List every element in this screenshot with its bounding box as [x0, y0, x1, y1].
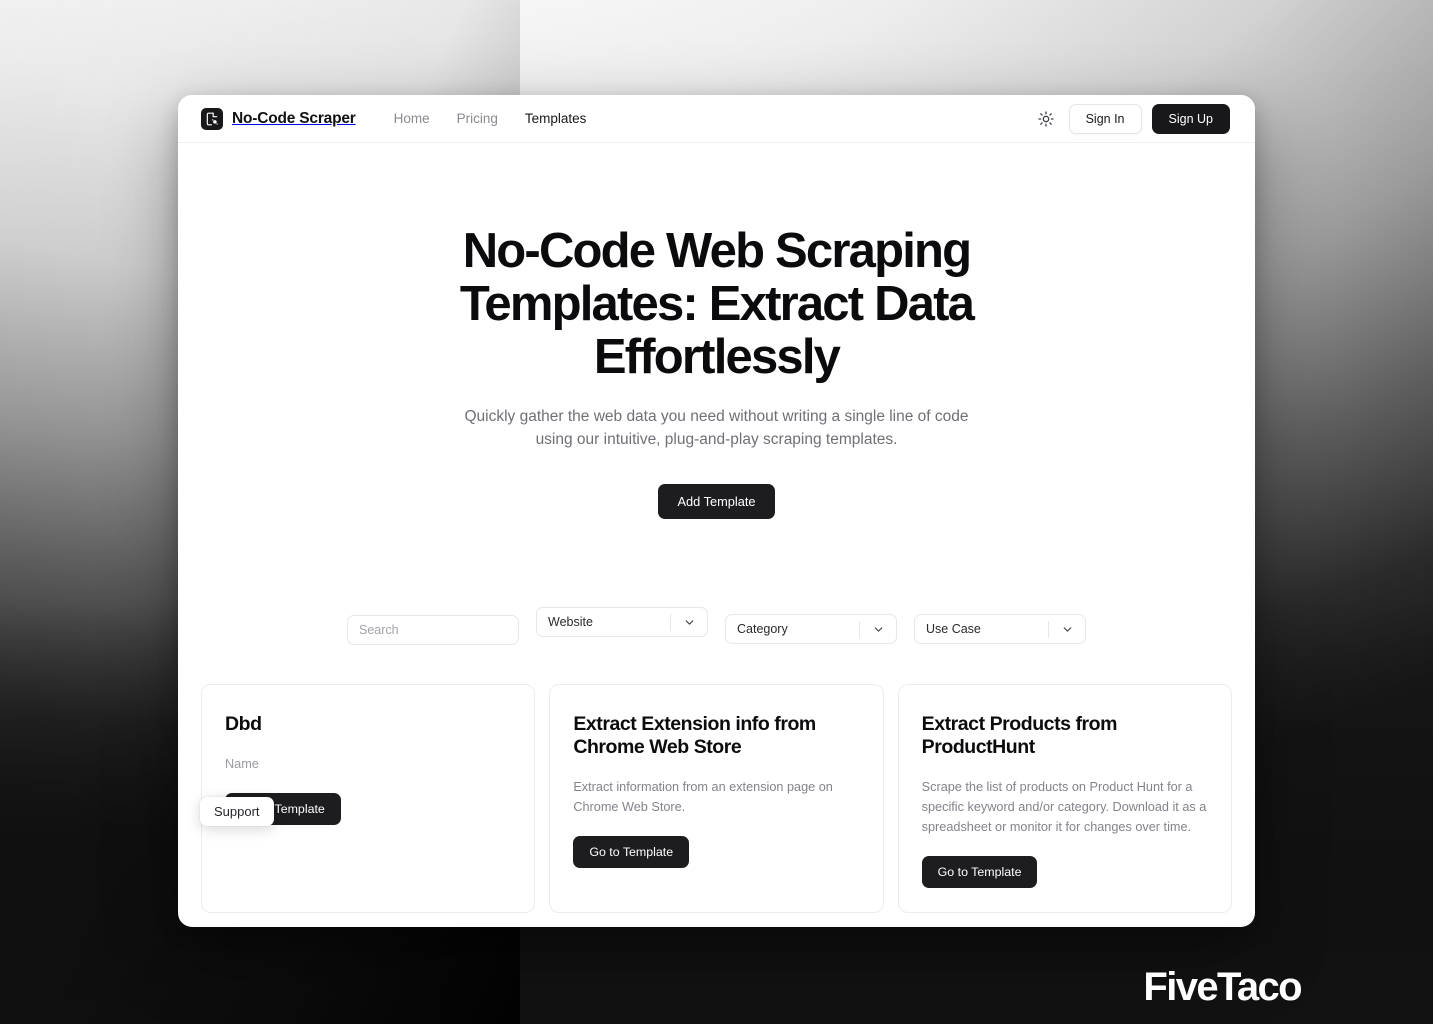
card-title: Dbd: [225, 713, 262, 736]
chevron-down-icon: [860, 623, 896, 636]
filter-bar: Website Category Use Case: [178, 607, 1255, 646]
template-card-grid: Dbd Name Go to Template Extract Extensio…: [178, 684, 1255, 927]
header-actions: Sign In Sign Up: [1033, 103, 1230, 134]
chevron-down-icon: [671, 616, 707, 629]
nav-item-pricing[interactable]: Pricing: [457, 111, 498, 126]
card-title: Extract Extension info from Chrome Web S…: [573, 713, 816, 758]
use-case-filter-label: Use Case: [926, 622, 981, 637]
card-description: Scrape the list of products on Product H…: [921, 779, 1207, 834]
brand-logo-link[interactable]: No-Code Scraper: [201, 107, 356, 130]
document-scrape-icon: [201, 107, 223, 130]
template-card[interactable]: Extract Extension info from Chrome Web S…: [549, 684, 884, 913]
card-description: Name: [225, 756, 259, 771]
browser-window: No-Code Scraper Home Pricing Templates S…: [178, 95, 1255, 927]
page-content: No-Code Web Scraping Templates: Extract …: [178, 143, 1255, 927]
fivetaco-watermark: FiveTaco: [1143, 965, 1302, 1009]
add-template-button[interactable]: Add Template: [658, 484, 775, 520]
go-to-template-button[interactable]: Go to Template: [573, 835, 690, 868]
card-description: Extract information from an extension pa…: [573, 779, 833, 814]
nav-item-home[interactable]: Home: [394, 111, 430, 126]
hero-subtitle: Quickly gather the web data you need wit…: [464, 408, 969, 449]
hero-cta-wrapper: Add Template: [178, 484, 1255, 520]
brand-name: No-Code Scraper: [232, 109, 356, 127]
template-card[interactable]: Extract Products from ProductHunt Scrape…: [897, 684, 1232, 913]
sign-up-button[interactable]: Sign Up: [1151, 103, 1230, 134]
support-widget-button[interactable]: Support: [200, 797, 274, 826]
use-case-filter-select[interactable]: Use Case: [914, 614, 1086, 645]
category-filter-select[interactable]: Category: [725, 614, 897, 645]
nav-item-templates[interactable]: Templates: [525, 111, 587, 126]
website-filter-select[interactable]: Website: [536, 607, 708, 638]
main-nav: Home Pricing Templates: [394, 111, 587, 126]
website-filter-label: Website: [548, 615, 593, 630]
go-to-template-button[interactable]: Go to Template: [921, 855, 1038, 888]
card-title: Extract Products from ProductHunt: [921, 713, 1118, 758]
sun-icon[interactable]: [1033, 106, 1059, 132]
chevron-down-icon: [1049, 623, 1085, 636]
category-filter-label: Category: [737, 622, 788, 637]
site-header: No-Code Scraper Home Pricing Templates S…: [178, 95, 1255, 143]
page-title: No-Code Web Scraping Templates: Extract …: [459, 224, 975, 385]
sign-in-button[interactable]: Sign In: [1068, 103, 1142, 134]
hero-section: No-Code Web Scraping Templates: Extract …: [178, 143, 1255, 520]
search-input[interactable]: [347, 615, 519, 646]
